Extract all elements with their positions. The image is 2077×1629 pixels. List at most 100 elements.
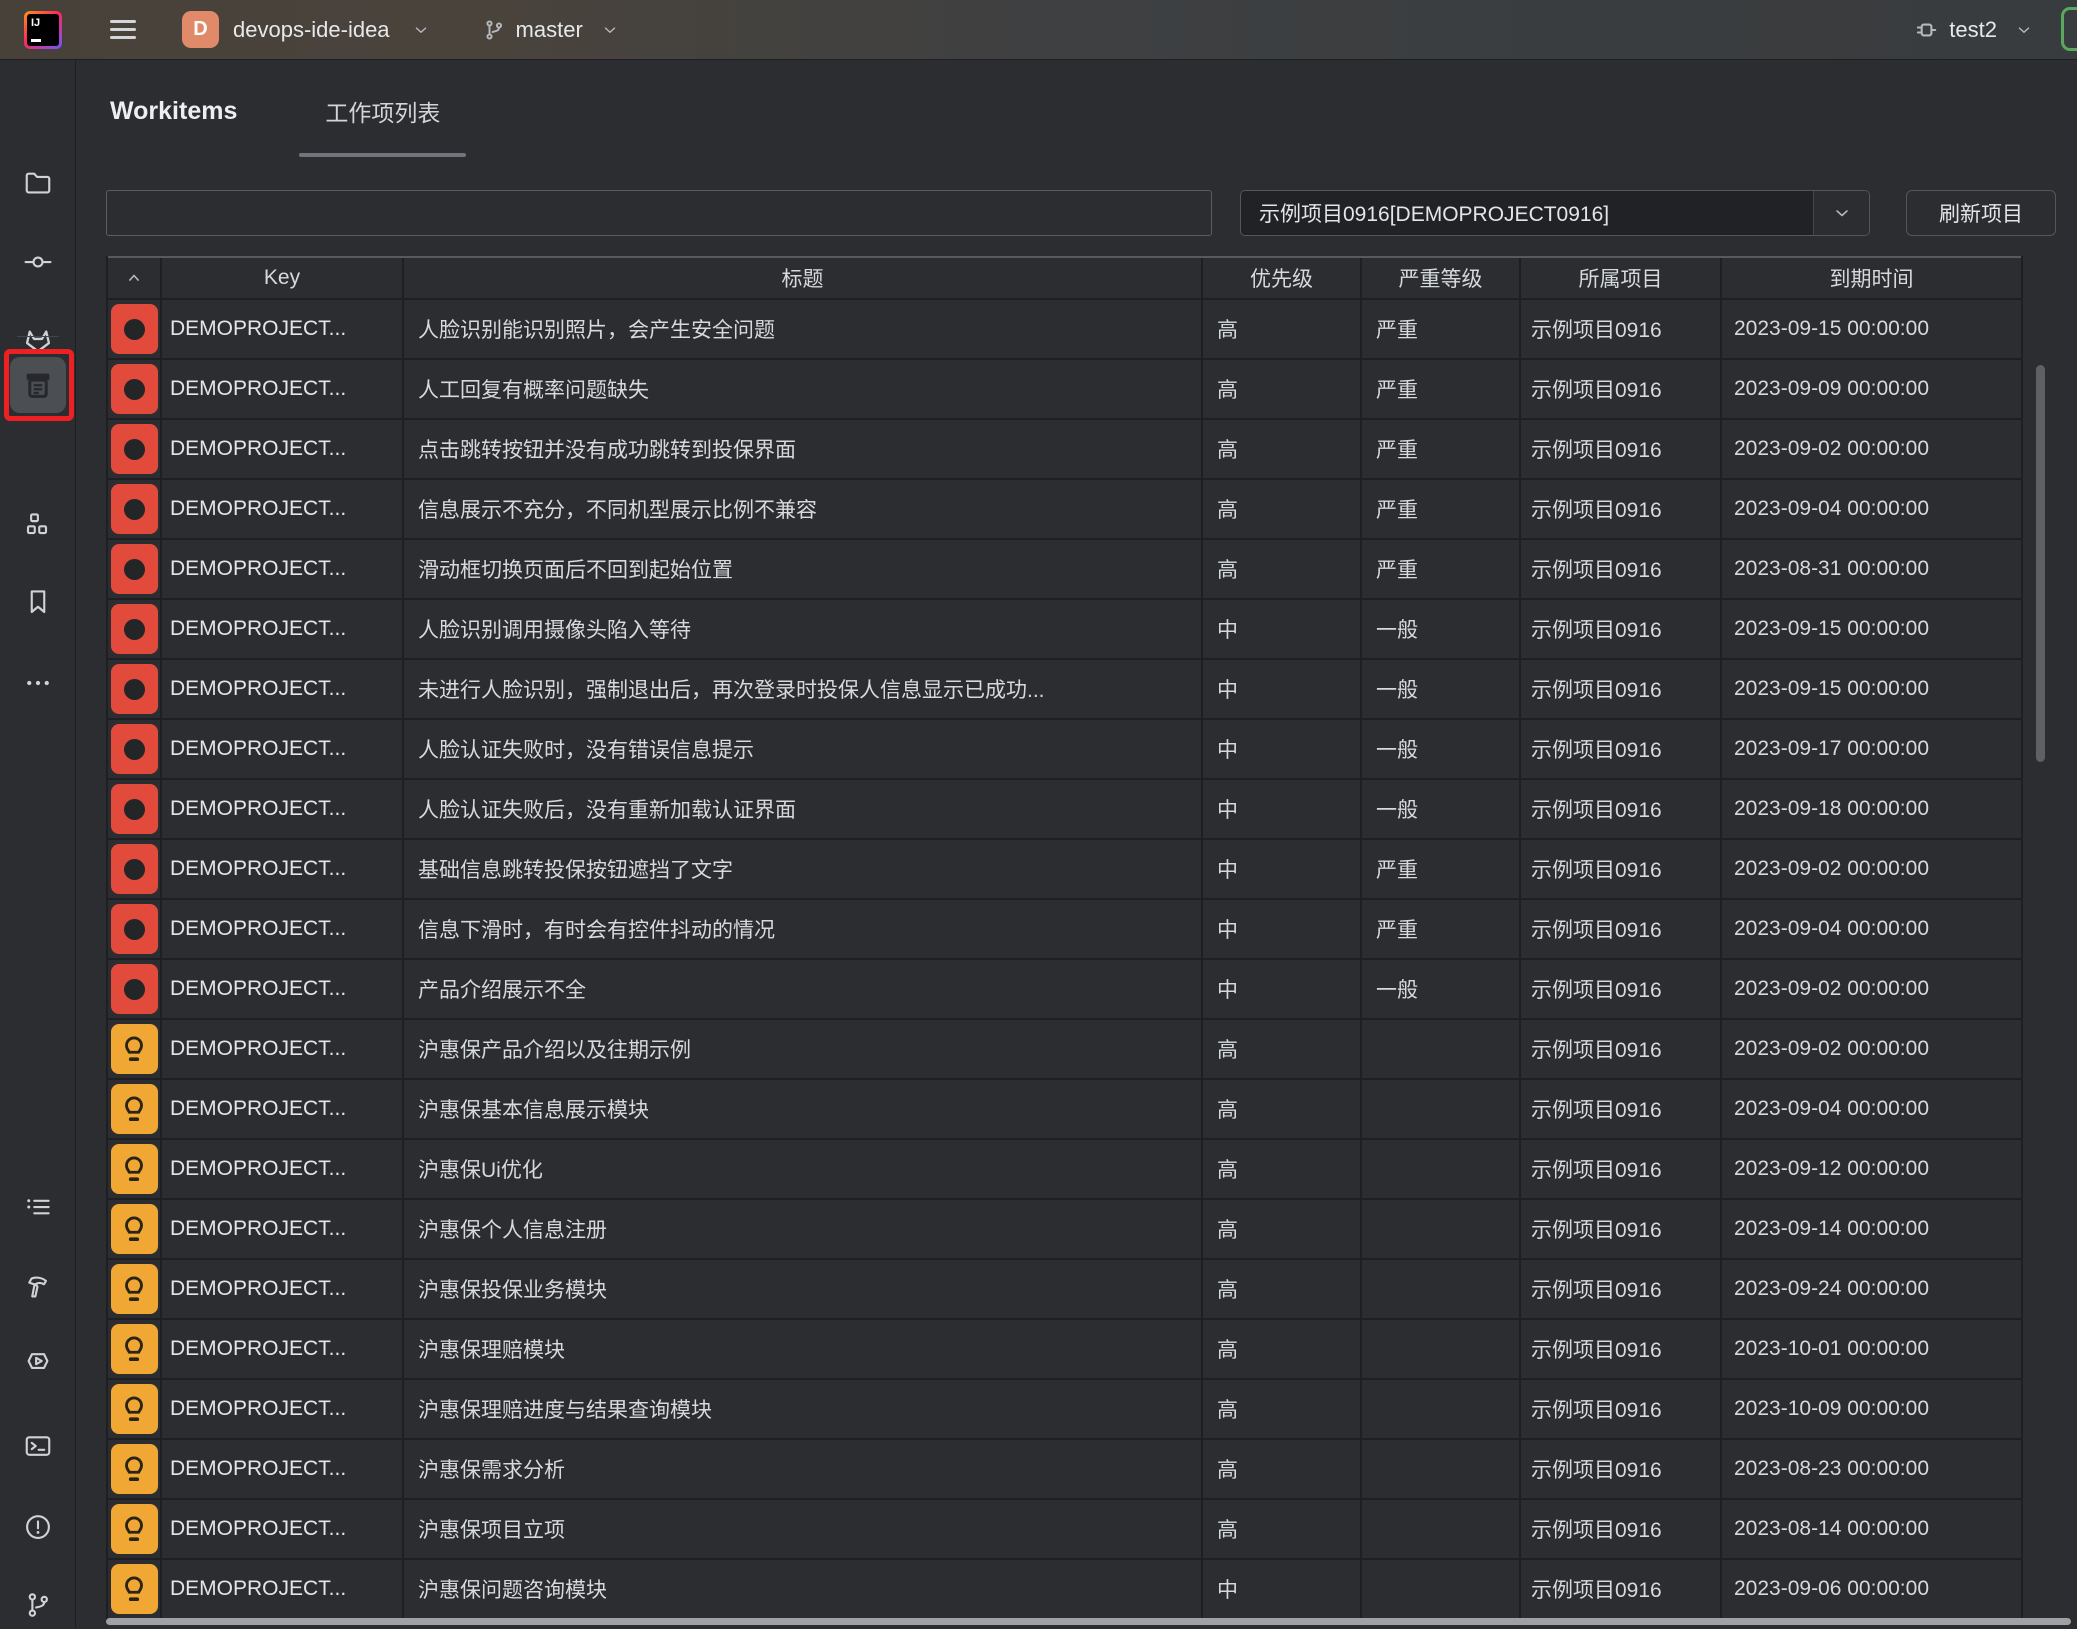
collapse-column-header[interactable] [108, 258, 162, 298]
workitem-priority: 高 [1203, 1020, 1362, 1078]
horizontal-scrollbar[interactable] [106, 1618, 2071, 1625]
workitem-priority: 高 [1203, 540, 1362, 598]
commit-icon [23, 247, 53, 277]
workitem-priority: 高 [1203, 360, 1362, 418]
table-row[interactable]: DEMOPROJECT... 人脸识别调用摄像头陷入等待 中 一般 示例项目09… [108, 600, 2021, 660]
workitem-key: DEMOPROJECT... [162, 900, 404, 958]
table-row[interactable]: DEMOPROJECT... 沪惠保理赔模块 高 示例项目0916 2023-1… [108, 1320, 2021, 1380]
table-row[interactable]: DEMOPROJECT... 人脸认证失败时，没有错误信息提示 中 一般 示例项… [108, 720, 2021, 780]
column-header-project[interactable]: 所属项目 [1521, 258, 1722, 298]
table-row[interactable]: DEMOPROJECT... 沪惠保问题咨询模块 中 示例项目0916 2023… [108, 1560, 2021, 1620]
table-row[interactable]: DEMOPROJECT... 信息下滑时，有时会有控件抖动的情况 中 严重 示例… [108, 900, 2021, 960]
workitem-project: 示例项目0916 [1521, 660, 1722, 718]
sidebar-item-more[interactable] [14, 662, 62, 704]
sidebar-item-problems[interactable] [14, 1506, 62, 1548]
environment-selector[interactable]: test2 [1913, 17, 2033, 43]
table-row[interactable]: DEMOPROJECT... 未进行人脸识别，强制退出后，再次登录时投保人信息显… [108, 660, 2021, 720]
workitem-severity [1362, 1320, 1521, 1378]
column-header-severity[interactable]: 严重等级 [1362, 258, 1521, 298]
workitem-key: DEMOPROJECT... [162, 780, 404, 838]
tab-workitem-list[interactable]: 工作项列表 [299, 60, 466, 162]
bug-icon [111, 904, 158, 954]
workitem-project: 示例项目0916 [1521, 480, 1722, 538]
table-row[interactable]: DEMOPROJECT... 沪惠保需求分析 高 示例项目0916 2023-0… [108, 1440, 2021, 1500]
project-selector[interactable]: D devops-ide-idea [182, 11, 430, 48]
workitem-title: 沪惠保投保业务模块 [404, 1260, 1203, 1318]
intellij-logo-icon: IJ [24, 11, 62, 49]
workitem-priority: 中 [1203, 960, 1362, 1018]
workitem-project: 示例项目0916 [1521, 1560, 1722, 1618]
workitem-priority: 中 [1203, 780, 1362, 838]
main-menu-burger-icon[interactable] [104, 14, 142, 45]
sidebar-item-structure[interactable] [14, 504, 62, 546]
filter-input[interactable] [106, 190, 1212, 236]
sidebar-item-gitlab[interactable] [14, 319, 62, 361]
workitem-due: 2023-09-02 00:00:00 [1722, 1020, 2021, 1078]
workitem-severity [1362, 1500, 1521, 1558]
sidebar-item-workitems[interactable] [10, 357, 66, 413]
project-select-value: 示例项目0916[DEMOPROJECT0916] [1241, 198, 1813, 228]
branch-selector[interactable]: master [482, 17, 619, 43]
table-row[interactable]: DEMOPROJECT... 产品介绍展示不全 中 一般 示例项目0916 20… [108, 960, 2021, 1020]
workitem-due: 2023-09-15 00:00:00 [1722, 660, 2021, 718]
table-row[interactable]: DEMOPROJECT... 滑动框切换页面后不回到起始位置 高 严重 示例项目… [108, 540, 2021, 600]
table-row[interactable]: DEMOPROJECT... 沪惠保Ui优化 高 示例项目0916 2023-0… [108, 1140, 2021, 1200]
sidebar-item-build[interactable] [14, 1266, 62, 1308]
table-row[interactable]: DEMOPROJECT... 点击跳转按钮并没有成功跳转到投保界面 高 严重 示… [108, 420, 2021, 480]
table-row[interactable]: DEMOPROJECT... 人脸认证失败后，没有重新加载认证界面 中 一般 示… [108, 780, 2021, 840]
chevron-down-icon [412, 21, 430, 39]
table-row[interactable]: DEMOPROJECT... 沪惠保项目立项 高 示例项目0916 2023-0… [108, 1500, 2021, 1560]
table-row[interactable]: DEMOPROJECT... 信息展示不充分，不同机型展示比例不兼容 高 严重 … [108, 480, 2021, 540]
table-row[interactable]: DEMOPROJECT... 沪惠保产品介绍以及往期示例 高 示例项目0916 … [108, 1020, 2021, 1080]
story-icon [111, 1444, 158, 1494]
workitem-project: 示例项目0916 [1521, 1260, 1722, 1318]
workitem-project: 示例项目0916 [1521, 420, 1722, 478]
bug-icon [111, 964, 158, 1014]
workitem-key: DEMOPROJECT... [162, 1020, 404, 1078]
sidebar-item-bookmarks[interactable] [14, 581, 62, 623]
workitem-title: 人工回复有概率问题缺失 [404, 360, 1203, 418]
sidebar-item-services[interactable] [14, 1340, 62, 1382]
workitem-key: DEMOPROJECT... [162, 1380, 404, 1438]
table-row[interactable]: DEMOPROJECT... 沪惠保理赔进度与结果查询模块 高 示例项目0916… [108, 1380, 2021, 1440]
workitem-priority: 中 [1203, 840, 1362, 898]
table-row[interactable]: DEMOPROJECT... 沪惠保投保业务模块 高 示例项目0916 2023… [108, 1260, 2021, 1320]
refresh-project-button[interactable]: 刷新项目 [1906, 190, 2056, 236]
sidebar-item-project[interactable] [14, 162, 62, 204]
workitem-due: 2023-09-15 00:00:00 [1722, 600, 2021, 658]
column-header-title[interactable]: 标题 [404, 258, 1203, 298]
services-icon [23, 1346, 53, 1376]
workitem-title: 沪惠保基本信息展示模块 [404, 1080, 1203, 1138]
workitem-priority: 中 [1203, 900, 1362, 958]
sidebar-item-todo[interactable] [14, 1186, 62, 1228]
workitem-project: 示例项目0916 [1521, 300, 1722, 358]
chevron-down-icon [2015, 21, 2033, 39]
workitem-title: 沪惠保产品介绍以及往期示例 [404, 1020, 1203, 1078]
column-header-key[interactable]: Key [162, 258, 404, 298]
column-header-due[interactable]: 到期时间 [1722, 258, 2021, 298]
workitem-due: 2023-09-04 00:00:00 [1722, 1080, 2021, 1138]
column-header-priority[interactable]: 优先级 [1203, 258, 1362, 298]
workitem-priority: 中 [1203, 720, 1362, 778]
story-icon [111, 1144, 158, 1194]
workitem-key: DEMOPROJECT... [162, 1500, 404, 1558]
table-row[interactable]: DEMOPROJECT... 人工回复有概率问题缺失 高 严重 示例项目0916… [108, 360, 2021, 420]
vertical-scrollbar[interactable] [2036, 365, 2045, 762]
workitem-priority: 中 [1203, 660, 1362, 718]
project-select[interactable]: 示例项目0916[DEMOPROJECT0916] [1240, 190, 1870, 236]
bug-icon [111, 484, 158, 534]
workitem-title: 沪惠保理赔模块 [404, 1320, 1203, 1378]
table-row[interactable]: DEMOPROJECT... 基础信息跳转投保按钮遮挡了文字 中 严重 示例项目… [108, 840, 2021, 900]
sidebar-item-git[interactable] [14, 1584, 62, 1626]
sidebar-item-commit[interactable] [14, 241, 62, 283]
table-row[interactable]: DEMOPROJECT... 人脸识别能识别照片，会产生安全问题 高 严重 示例… [108, 300, 2021, 360]
sidebar-item-terminal[interactable] [14, 1425, 62, 1467]
workitem-priority: 高 [1203, 1140, 1362, 1198]
workitem-priority: 高 [1203, 420, 1362, 478]
workitem-title: 人脸识别能识别照片，会产生安全问题 [404, 300, 1203, 358]
workitem-severity [1362, 1140, 1521, 1198]
table-row[interactable]: DEMOPROJECT... 沪惠保个人信息注册 高 示例项目0916 2023… [108, 1200, 2021, 1260]
table-row[interactable]: DEMOPROJECT... 沪惠保基本信息展示模块 高 示例项目0916 20… [108, 1080, 2021, 1140]
story-icon [111, 1564, 158, 1614]
story-icon [111, 1324, 158, 1374]
